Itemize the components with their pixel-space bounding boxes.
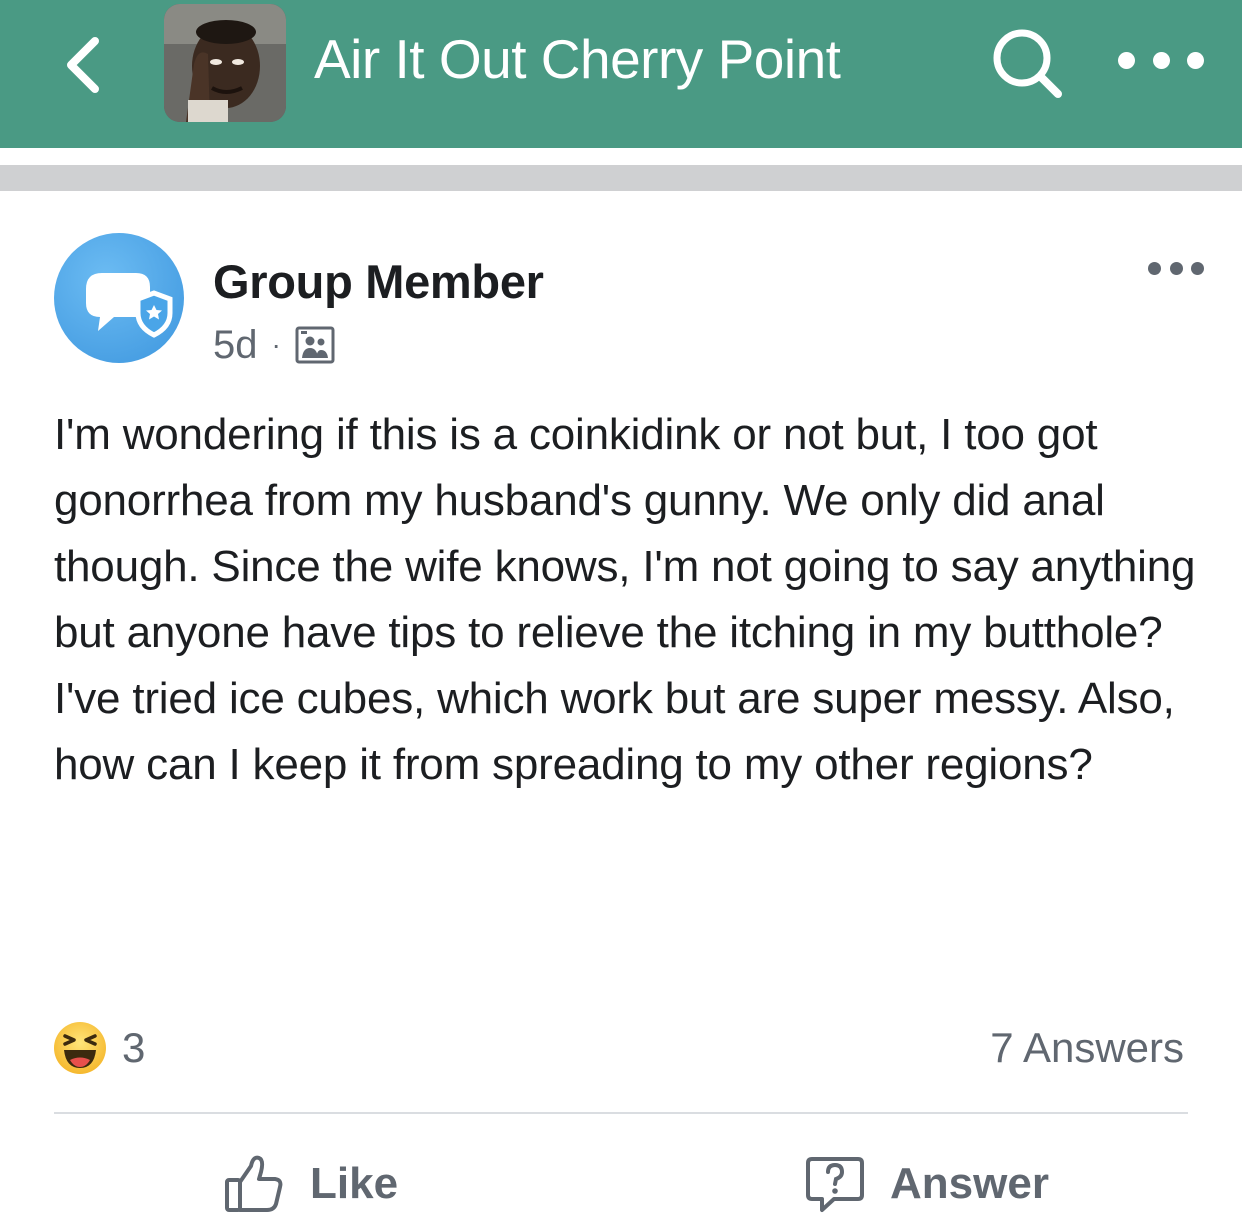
search-button[interactable]: [986, 24, 1072, 104]
more-horizontal-icon: [1118, 51, 1135, 69]
group-audience-icon: [295, 326, 335, 364]
group-avatar[interactable]: [164, 4, 286, 122]
like-button[interactable]: Like: [222, 1148, 398, 1220]
search-icon: [993, 29, 1062, 98]
back-button[interactable]: [48, 20, 118, 110]
anonymous-member-avatar[interactable]: [54, 233, 184, 363]
more-options-button[interactable]: [1118, 38, 1204, 82]
post-author-name[interactable]: Group Member: [213, 254, 544, 309]
post-age[interactable]: 5d: [213, 323, 258, 368]
group-title[interactable]: Air It Out Cherry Point: [314, 24, 841, 94]
answers-count-link[interactable]: 7 Answers: [990, 1024, 1184, 1072]
group-header-bar: Air It Out Cherry Point: [0, 0, 1242, 148]
post-body-text: I'm wondering if this is a coinkidink or…: [54, 410, 1196, 789]
laughing-emoji-icon: [54, 1022, 106, 1074]
answer-button[interactable]: Answer: [804, 1148, 1049, 1220]
post-more-options-button[interactable]: [1148, 258, 1204, 278]
reaction-count: 3: [122, 1024, 146, 1071]
group-photo-image: [164, 4, 286, 122]
like-label: Like: [310, 1159, 399, 1208]
anonymous-member-icon: [86, 273, 173, 338]
thumbs-up-icon: [225, 1155, 283, 1212]
reaction-summary[interactable]: 3: [52, 1018, 145, 1078]
chevron-left-icon: [67, 37, 99, 93]
post-meta: 5d ·: [213, 322, 335, 368]
answer-label: Answer: [890, 1159, 1049, 1208]
meta-separator: ·: [271, 329, 281, 360]
question-bubble-icon: [806, 1157, 864, 1212]
more-horizontal-icon: [1148, 261, 1161, 275]
action-divider: [54, 1112, 1188, 1114]
section-divider: [0, 165, 1242, 191]
